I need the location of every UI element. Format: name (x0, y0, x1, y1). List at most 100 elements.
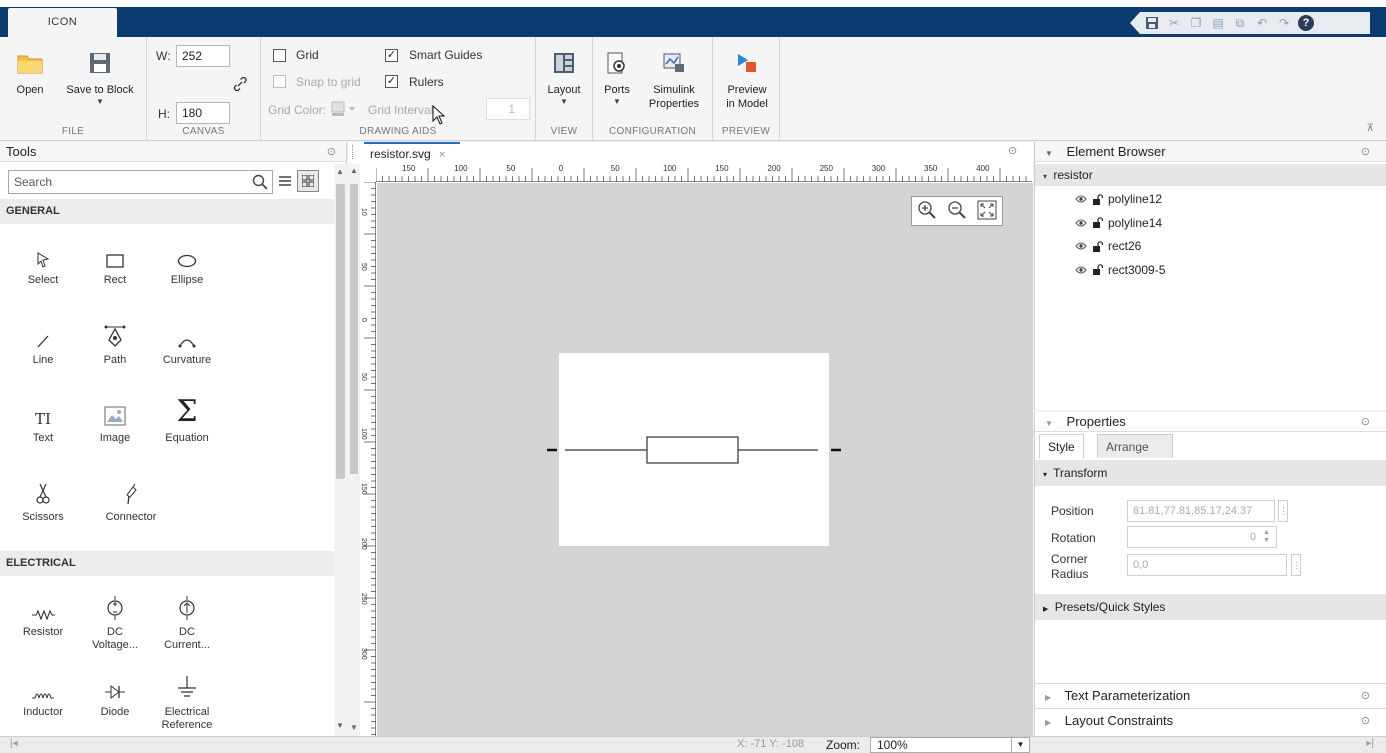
line-tool[interactable]: Line (8, 322, 78, 367)
corner-radius-menu-icon[interactable]: ⋮ (1291, 554, 1301, 576)
properties-header[interactable]: ▼ Properties ⊙ (1035, 412, 1386, 432)
cut-icon[interactable]: ✂ (1164, 14, 1184, 32)
rulers-checkbox[interactable]: ✓ (385, 75, 398, 88)
eye-icon[interactable] (1075, 219, 1087, 227)
tools-scroll-thumb[interactable] (336, 184, 345, 479)
unlock-icon[interactable] (1092, 193, 1103, 205)
tab-style[interactable]: Style (1039, 434, 1084, 458)
grid-color-picker[interactable] (331, 101, 357, 117)
zoom-select[interactable]: 100% ▼ (870, 737, 1030, 753)
panel-options-icon[interactable]: ⊙ (1361, 709, 1370, 733)
smart-guides-checkbox[interactable]: ✓ (385, 49, 398, 62)
tree-item[interactable]: polyline12 (1075, 192, 1162, 206)
grid-view-icon[interactable] (297, 170, 319, 192)
collapse-right-icon[interactable]: ▸| (1366, 738, 1374, 749)
rotation-field[interactable]: 0 (1127, 526, 1277, 548)
search-input[interactable] (8, 170, 273, 194)
dc-current-tool[interactable]: DC Current... (152, 594, 222, 652)
text-tool[interactable]: TI Text (8, 400, 78, 445)
panel-options-icon[interactable]: ⊙ (1361, 412, 1370, 432)
unlock-icon[interactable] (1092, 240, 1103, 252)
grid-checkbox[interactable] (273, 49, 286, 62)
help-icon[interactable]: ? (1296, 14, 1316, 32)
zoom-in-icon[interactable] (917, 200, 937, 223)
tab-arrange[interactable]: Arrange (1097, 434, 1173, 458)
position-field[interactable]: 81.81,77.81,85.17,24.37 (1127, 500, 1275, 522)
scroll-up-icon[interactable]: ▲ (350, 166, 358, 175)
drag-handle[interactable] (352, 145, 355, 159)
corner-radius-field[interactable]: 0,0 (1127, 554, 1287, 576)
rotation-spinner-icon[interactable]: ▲ ▼ (1263, 529, 1270, 545)
collapse-toolstrip-icon[interactable]: ⊼ (1367, 123, 1374, 134)
scroll-down-icon[interactable]: ▼ (350, 723, 358, 732)
layout-button[interactable]: Layout ▼ (542, 49, 586, 107)
save-to-block-button[interactable]: Save to Block ▼ (58, 49, 142, 107)
panel-options-icon[interactable]: ⊙ (1361, 142, 1370, 162)
path-tool[interactable]: Path (80, 322, 150, 367)
document-tab[interactable]: resistor.svg × (364, 142, 460, 164)
transform-group-header[interactable]: ▾ Transform (1035, 460, 1386, 486)
simulink-properties-button[interactable]: Simulink Properties (639, 49, 709, 111)
curvature-tool[interactable]: Curvature (152, 322, 222, 367)
fit-to-view-icon[interactable] (977, 200, 997, 223)
electrical-reference-tool[interactable]: Electrical Reference (152, 674, 222, 732)
eye-icon[interactable] (1075, 266, 1087, 274)
tools-scrollbar[interactable]: ▲ ▼ (334, 164, 347, 736)
collapse-left-icon[interactable]: |◂ (10, 738, 18, 749)
scroll-down-icon[interactable]: ▼ (336, 721, 344, 730)
drawing-canvas[interactable] (377, 183, 1033, 736)
dc-voltage-tool[interactable]: DC Voltage... (80, 594, 150, 652)
tree-item[interactable]: polyline14 (1075, 216, 1162, 230)
rect-tool[interactable]: Rect (80, 242, 150, 287)
canvas-scroll-thumb[interactable] (350, 184, 358, 474)
tab-icon[interactable]: ICON (8, 8, 117, 37)
zoom-out-icon[interactable] (947, 200, 967, 223)
search-icon[interactable] (252, 174, 268, 193)
resistor-tool[interactable]: Resistor (8, 594, 78, 639)
close-icon[interactable]: × (439, 149, 445, 161)
grid-interval-input[interactable]: 1 (486, 98, 530, 120)
panel-options-icon[interactable]: ⊙ (327, 142, 336, 162)
height-input[interactable]: 180 (176, 102, 230, 124)
tree-item[interactable]: rect3009-5 (1075, 263, 1165, 277)
equation-tool[interactable]: Σ Equation (152, 397, 222, 445)
preview-in-model-button[interactable]: Preview in Model (719, 49, 775, 111)
inductor-tool[interactable]: Inductor (8, 674, 78, 719)
unlock-icon[interactable] (1092, 217, 1103, 228)
layout-constraints-panel[interactable]: ▶ Layout Constraints ⊙ (1034, 708, 1386, 736)
save-icon[interactable] (1142, 14, 1162, 32)
undo-icon[interactable]: ↶ (1252, 14, 1272, 32)
scissors-tool[interactable]: Scissors (8, 479, 78, 524)
snap-to-grid-checkbox[interactable] (273, 75, 286, 88)
redo-icon[interactable]: ↷ (1274, 14, 1294, 32)
eye-icon[interactable] (1075, 242, 1087, 250)
ellipse-tool[interactable]: Ellipse (152, 242, 222, 287)
text-parameterization-panel[interactable]: ▶ Text Parameterization ⊙ (1034, 683, 1386, 708)
ports-button[interactable]: Ports ▼ (599, 49, 635, 107)
width-input[interactable]: 252 (176, 45, 230, 67)
connector-tool[interactable]: Connector (96, 479, 166, 524)
panel-options-icon[interactable]: ⊙ (1008, 144, 1017, 157)
open-button[interactable]: Open (12, 49, 48, 97)
collapse-icon[interactable]: ▼ (1045, 149, 1053, 158)
diode-tool[interactable]: Diode (80, 674, 150, 719)
unlock-icon[interactable] (1092, 264, 1103, 275)
tree-root-resistor[interactable]: ▾ resistor (1035, 164, 1386, 186)
icon-artboard[interactable] (547, 353, 841, 546)
duplicate-icon[interactable]: ⧉ (1230, 14, 1250, 32)
tree-item[interactable]: rect26 (1075, 239, 1141, 253)
link-icon[interactable] (233, 76, 247, 94)
chevron-down-icon[interactable]: ▼ (1011, 737, 1029, 753)
copy-icon[interactable]: ❐ (1186, 14, 1206, 32)
scroll-up-icon[interactable]: ▲ (336, 167, 344, 176)
eye-icon[interactable] (1075, 195, 1087, 203)
list-view-icon[interactable] (279, 175, 291, 190)
resistor-drawing[interactable] (547, 353, 847, 546)
paste-icon[interactable]: ▤ (1208, 14, 1228, 32)
canvas-vertical-scrollbar[interactable]: ▲ ▼ (348, 164, 360, 736)
position-menu-icon[interactable]: ⋮ (1278, 500, 1288, 522)
collapse-icon[interactable]: ▼ (1045, 419, 1053, 428)
select-tool[interactable]: Select (8, 242, 78, 287)
presets-group-header[interactable]: ▶ Presets/Quick Styles (1035, 594, 1386, 620)
panel-options-icon[interactable]: ⊙ (1361, 684, 1370, 708)
